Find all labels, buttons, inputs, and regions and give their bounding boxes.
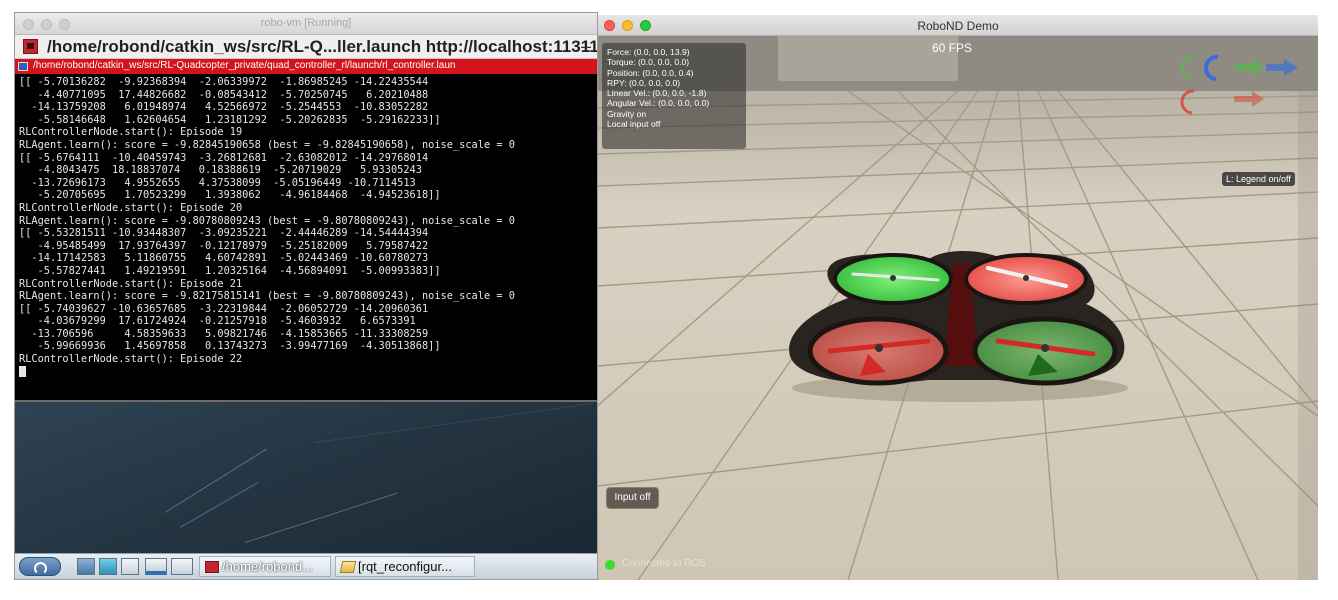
telemetry-position: Position: (0.0, 0.0, 0.4) <box>607 67 694 78</box>
terminal-line: -14.17142583 5.11860755 4.60742891 -5.02… <box>19 252 429 265</box>
terminal-line: -14.13759208 6.01948974 4.52566972 -5.25… <box>19 101 429 114</box>
browser-icon[interactable] <box>99 558 117 575</box>
terminal-line: [[ -5.6764111 -10.40459743 -3.26812681 -… <box>19 151 429 164</box>
telemetry-linear-velocity: Linear Vel.: (0.0, 0.0, -1.8) <box>607 88 707 99</box>
file-manager-icon[interactable] <box>77 558 95 575</box>
terminal-line: -13.72696173 4.9552655 4.37538099 -5.051… <box>19 176 416 189</box>
translate-green-arrow-icon[interactable] <box>1234 59 1264 76</box>
fps-counter: 60 FPS <box>932 41 973 55</box>
backdrop-panel <box>778 36 958 81</box>
wallpaper-streak <box>244 492 398 543</box>
terminal-line: -13.706596 4.58359633 5.09821746 -4.1585… <box>19 327 429 340</box>
wallpaper-streak <box>179 482 259 528</box>
telemetry-angular-velocity: Angular Vel.: (0.0, 0.0, 0.0) <box>607 98 710 109</box>
terminal-titlebar: /home/robond/catkin_ws/src/RL-Q...ller.l… <box>15 35 597 59</box>
taskbar-item-label: /home/robond... <box>222 559 314 574</box>
taskbar: /home/robond... [rqt_reconfigur... <box>15 553 597 579</box>
robond-demo-window: RoboND Demo Force: (0.0, 0.0, 13.9) Torq… <box>598 15 1318 580</box>
rqt-app-icon <box>339 561 357 573</box>
viewport-edge <box>1298 36 1318 580</box>
telemetry-local-input: Local input off <box>607 119 661 130</box>
taskbar-item-label: [rqt_reconfigur... <box>358 559 452 574</box>
terminal-line: -5.99669936 1.45697858 0.13743273 -3.994… <box>19 340 441 353</box>
telemetry-panel: Force: (0.0, 0.0, 13.9) Torque: (0.0, 0.… <box>602 43 746 149</box>
show-desktop-icon[interactable] <box>121 558 139 575</box>
vm-titlebar: robo-vm [Running] <box>15 13 597 35</box>
terminal-line: [[ -5.74039627 -10.63657685 -3.22319844 … <box>19 302 429 315</box>
terminal-line: -4.8043475 18.18837074 0.18388619 -5.207… <box>19 164 422 177</box>
terminal-line: -5.57827441 1.49219591 1.20325164 -4.568… <box>19 264 441 277</box>
terminal-line: RLControllerNode.start(): Episode 21 <box>19 277 243 290</box>
connection-status-icon <box>605 560 615 570</box>
minimize-button[interactable]: – <box>581 36 591 57</box>
translate-red-arrow-icon[interactable] <box>1234 91 1264 107</box>
rotate-ccw-green-icon[interactable] <box>1180 55 1195 81</box>
camera-controls <box>1180 54 1298 115</box>
terminal-icon <box>23 39 38 54</box>
terminal-line: RLControllerNode.start(): Episode 22 <box>19 353 243 366</box>
sim-window-title: RoboND Demo <box>917 19 999 33</box>
terminal-output[interactable]: [[ -5.70136282 -9.92368394 -2.06339972 -… <box>15 74 597 402</box>
taskbar-item-rqt[interactable]: [rqt_reconfigur... <box>335 556 475 577</box>
terminal-cursor-line <box>19 365 597 380</box>
terminal-line: RLAgent.learn(): score = -9.80780809243 … <box>19 214 515 227</box>
terminal-tab-label: /home/robond/catkin_ws/src/RL-Quadcopter… <box>33 60 456 71</box>
vm-window: robo-vm [Running] /home/robond/catkin_ws… <box>14 12 598 580</box>
wallpaper-streak <box>314 403 593 443</box>
terminal-line: RLAgent.learn(): score = -9.82175815141 … <box>19 290 515 303</box>
telemetry-force: Force: (0.0, 0.0, 13.9) <box>607 47 690 57</box>
telemetry-gravity: Gravity on <box>607 108 647 119</box>
taskbar-item-terminal[interactable]: /home/robond... <box>199 556 331 577</box>
vm-window-title: robo-vm [Running] <box>260 17 352 29</box>
terminal-tab[interactable]: /home/robond/catkin_ws/src/RL-Quadcopter… <box>15 59 597 74</box>
desktop-background <box>15 402 597 555</box>
terminal-window-title: /home/robond/catkin_ws/src/RL-Q...ller.l… <box>47 37 598 56</box>
terminal-line: -4.95485499 17.93764397 -0.12178979 -5.2… <box>19 239 429 252</box>
terminal-line: [[ -5.70136282 -9.92368394 -2.06339972 -… <box>19 76 429 88</box>
terminal-line: -4.40771095 17.44826682 -0.08543412 -5.7… <box>19 88 429 101</box>
telemetry-torque: Torque: (0.0, 0.0, 0.0) <box>607 57 690 68</box>
terminal-icon <box>205 561 219 573</box>
wallpaper-streak <box>164 448 268 513</box>
start-menu-button[interactable] <box>19 557 61 576</box>
legend-toggle-button[interactable]: L: Legend on/off <box>1222 172 1295 186</box>
terminal-line: -5.58146648 1.62604654 1.23181292 -5.202… <box>19 113 441 126</box>
quadcopter-drone <box>789 251 1125 386</box>
rotate-red-icon[interactable] <box>1180 89 1195 115</box>
sim-titlebar: RoboND Demo <box>598 15 1318 36</box>
terminal-line: RLAgent.learn(): score = -9.82845190658 … <box>19 138 515 151</box>
terminal-line: -4.03679299 17.61724924 -0.21257918 -5.4… <box>19 315 416 328</box>
terminal-line: -5.20705695 1.70523299 1.3938062 -4.9618… <box>19 189 441 202</box>
workspace-2-icon[interactable] <box>171 558 193 575</box>
rotate-cw-blue-icon[interactable] <box>1203 54 1219 81</box>
translate-blue-arrow-icon[interactable] <box>1266 59 1298 76</box>
workspace-1-icon[interactable] <box>145 558 167 575</box>
terminal-line: [[ -5.53281511 -10.93448307 -3.09235221 … <box>19 227 429 240</box>
launch-file-icon <box>18 62 28 71</box>
telemetry-rpy: RPY: (0.0, 0.0, 0.0) <box>607 77 681 88</box>
connection-status-text: Connected to ROS <box>622 558 706 569</box>
terminal-line: RLControllerNode.start(): Episode 20 <box>19 201 243 214</box>
input-toggle-button[interactable]: Input off <box>606 487 659 509</box>
terminal-line: RLControllerNode.start(): Episode 19 <box>19 126 243 139</box>
terminal-cursor <box>19 365 26 377</box>
